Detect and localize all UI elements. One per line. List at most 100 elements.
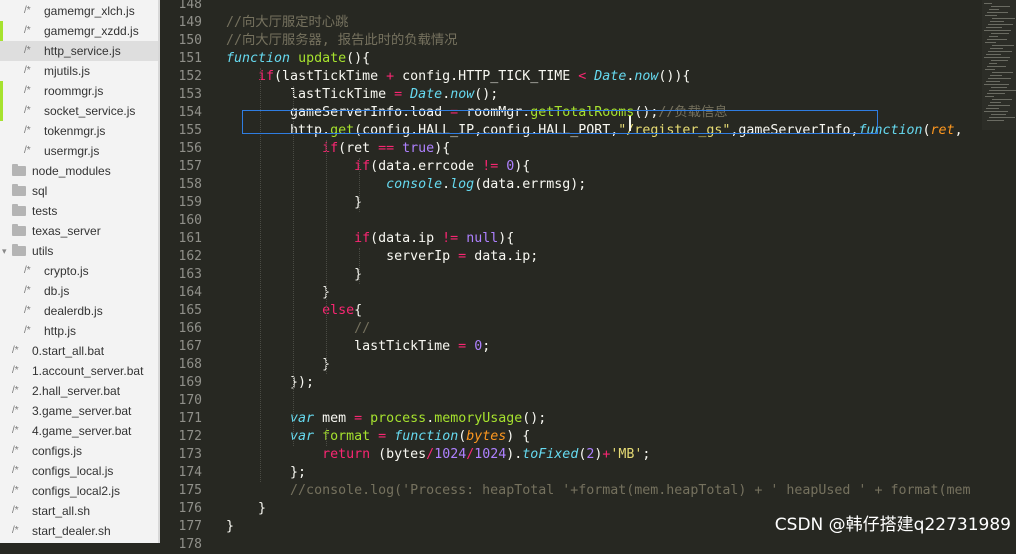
minimap[interactable] (982, 0, 1016, 130)
file-icon: /* (12, 425, 19, 436)
folder-icon (12, 184, 26, 196)
code-line[interactable]: } (226, 500, 266, 518)
code-token: } (226, 285, 331, 300)
file-name: tests (32, 204, 58, 218)
code-line[interactable]: lastTickTime = Date.now(); (226, 86, 498, 104)
code-token: null (466, 231, 499, 246)
file-item[interactable]: /* crypto.js (0, 261, 158, 281)
code-line[interactable]: } (226, 356, 330, 374)
code-token: } (226, 501, 267, 516)
file-item[interactable]: /* configs_local2.js (0, 481, 158, 501)
code-line[interactable]: else{ (226, 302, 362, 320)
code-line[interactable]: }); (226, 374, 314, 392)
code-token: ). (506, 447, 523, 462)
folder-icon (12, 244, 26, 256)
file-item[interactable]: /* 4.game_server.bat (0, 421, 158, 441)
code-token: toFixed (522, 447, 579, 462)
code-line[interactable]: if(data.ip != null){ (226, 230, 514, 248)
folder-item[interactable]: ▾ utils (0, 241, 158, 261)
minimap-line (988, 51, 1012, 52)
file-item[interactable]: /* start_dealer.sh (0, 521, 158, 541)
code-line[interactable]: console.log(data.errmsg); (226, 176, 586, 194)
file-icon: /* (12, 345, 19, 356)
file-item[interactable]: /* db.js (0, 281, 158, 301)
file-item[interactable]: /* configs.js (0, 441, 158, 461)
code-line[interactable]: // (226, 320, 370, 338)
line-number: 177 (178, 519, 202, 534)
folder-item[interactable]: sql (0, 181, 158, 201)
file-icon: /* (24, 145, 31, 156)
file-item[interactable]: /* tokenmgr.js (0, 121, 158, 141)
folder-item[interactable]: tests (0, 201, 158, 221)
code-line[interactable]: return (bytes/1024/1024).toFixed(2)+'MB'… (226, 446, 650, 464)
code-token: return (322, 447, 371, 462)
text-cursor (629, 116, 631, 131)
chevron-down-icon[interactable]: ▾ (2, 241, 7, 261)
file-name: configs.js (32, 444, 83, 458)
code-line[interactable]: lastTickTime = 0; (226, 338, 490, 356)
code-token: = (394, 87, 403, 102)
code-token: lastTickTime (226, 87, 395, 102)
file-icon: /* (12, 365, 19, 376)
minimap-line (990, 21, 1004, 22)
code-token: if (354, 231, 371, 246)
code-line[interactable]: serverIp = data.ip; (226, 248, 538, 266)
file-item[interactable]: /* mjutils.js (0, 61, 158, 81)
code-line[interactable]: var format = function(bytes) { (226, 428, 530, 446)
code-line[interactable]: //console.log('Process: heapTotal '+form… (226, 482, 970, 500)
code-line[interactable]: function update(){ (226, 50, 370, 68)
code-token: data.ip; (466, 249, 539, 264)
code-line[interactable]: //向大厅服定时心跳 (226, 14, 348, 32)
file-icon: /* (24, 5, 31, 16)
code-line[interactable]: } (226, 518, 234, 536)
code-line[interactable]: if(lastTickTime + config.HTTP_TICK_TIME … (226, 68, 690, 86)
minimap-line (992, 45, 1014, 46)
file-item[interactable]: /* gamemgr_xzdd.js (0, 21, 158, 41)
code-line[interactable]: if(data.errcode != 0){ (226, 158, 530, 176)
file-item[interactable]: /* gamemgr_xlch.js (0, 1, 158, 21)
indent-guide (359, 248, 360, 284)
code-token: if (322, 141, 339, 156)
file-item[interactable]: /* roommgr.js (0, 81, 158, 101)
file-item[interactable]: /* usermgr.js (0, 141, 158, 161)
file-item[interactable]: /* 0.start_all.bat (0, 341, 158, 361)
line-number: 170 (178, 393, 202, 408)
folder-item[interactable]: node_modules (0, 161, 158, 181)
code-line[interactable]: } (226, 284, 330, 302)
code-token: ){ (434, 141, 451, 156)
code-line[interactable]: } (226, 194, 362, 212)
code-line[interactable]: var mem = process.memoryUsage(); (226, 410, 546, 428)
file-icon: /* (12, 505, 19, 516)
code-line[interactable]: //向大厅服务器, 报告此时的负载情况 (226, 32, 457, 50)
line-number: 178 (178, 537, 202, 552)
line-number: 171 (178, 411, 202, 426)
minimap-line (989, 63, 997, 64)
folder-item[interactable]: texas_server (0, 221, 158, 241)
code-token: ; (482, 339, 491, 354)
file-item[interactable]: /* 1.account_server.bat (0, 361, 158, 381)
file-item[interactable]: /* http.js (0, 321, 158, 341)
indent-guide (293, 86, 294, 446)
file-item[interactable]: /* configs_local.js (0, 461, 158, 481)
minimap-line (988, 78, 1011, 79)
minimap-line (991, 114, 1006, 115)
code-token: = (354, 411, 363, 426)
file-item[interactable]: /* http_service.js (0, 41, 158, 61)
minimap-line (988, 105, 1010, 106)
code-token: ret (930, 123, 955, 138)
file-name: roommgr.js (44, 84, 104, 98)
code-editor[interactable]: //向大厅服定时心跳 //向大厅服务器, 报告此时的负载情况 function up… (208, 0, 1016, 543)
code-line[interactable]: }; (226, 464, 306, 482)
file-item[interactable]: /* 3.game_server.bat (0, 401, 158, 421)
file-item[interactable]: /* start_all.sh (0, 501, 158, 521)
code-token: 'MB' (610, 447, 643, 462)
file-item[interactable]: /* socket_service.js (0, 101, 158, 121)
file-icon: /* (12, 445, 19, 456)
indent-guide (359, 158, 360, 212)
code-line[interactable]: } (226, 266, 362, 284)
line-number: 160 (178, 213, 202, 228)
code-token: config.HTTP_TICK_TIME (394, 69, 579, 84)
file-item[interactable]: /* 2.hall_server.bat (0, 381, 158, 401)
file-item[interactable]: /* dealerdb.js (0, 301, 158, 321)
